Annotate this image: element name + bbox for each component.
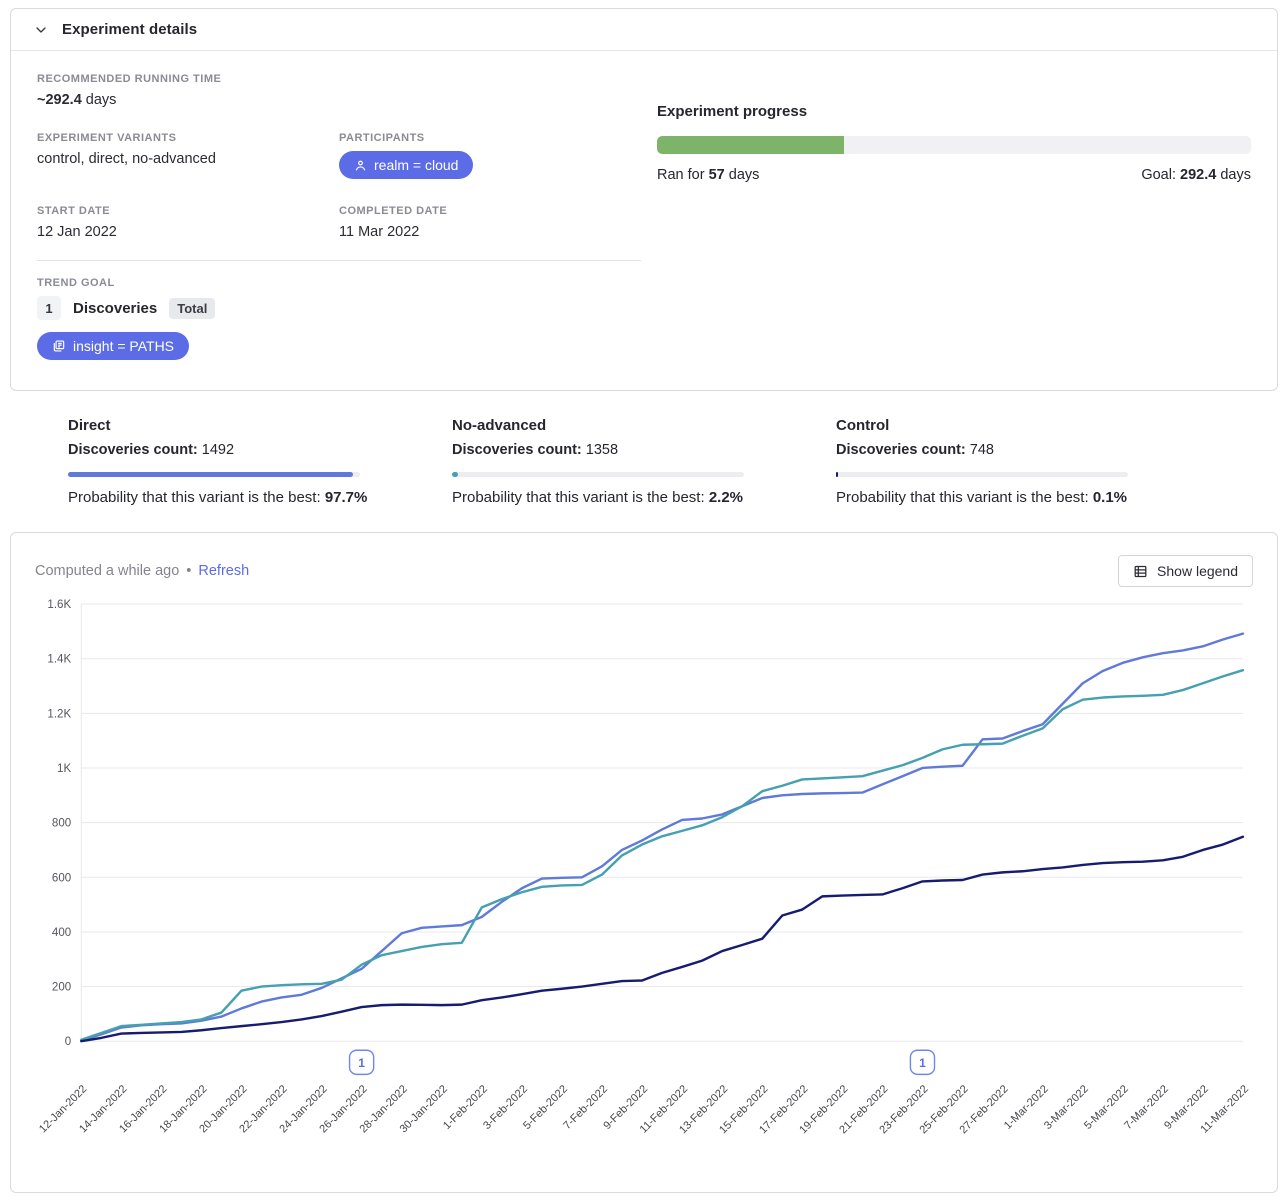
running-time-value: ~292.4 days [37,92,641,108]
variants-value: control, direct, no-advanced [37,151,339,167]
progress-bar-fill [657,136,844,154]
participants-pill-label: realm = cloud [374,157,458,173]
participants-pill[interactable]: realm = cloud [339,151,473,179]
completed-date: COMPLETED DATE 11 Mar 2022 [339,205,641,240]
participants-label: PARTICIPANTS [339,132,641,144]
y-tick-label: 400 [52,927,71,939]
y-tick-label: 1K [57,763,71,775]
trend-goal-label: TREND GOAL [37,277,641,289]
completed-date-value: 11 Mar 2022 [339,224,641,240]
variant-probability: Probability that this variant is the bes… [836,489,1140,506]
person-icon [354,159,367,172]
series-control[interactable] [81,837,1243,1041]
y-tick-label: 0 [65,1036,71,1048]
progress-title: Experiment progress [657,103,1251,120]
total-badge: Total [169,298,215,319]
insight-pill-label: insight = PATHS [73,338,174,354]
running-time-label: RECOMMENDED RUNNING TIME [37,73,641,85]
variant-count: Discoveries count: 1492 [68,442,372,458]
panel-title: Experiment details [62,21,197,38]
y-tick-label: 1.2K [47,708,71,720]
variant-probability-bar [452,472,744,477]
start-date-label: START DATE [37,205,339,217]
ran-for-text: Ran for 57 days [657,167,759,183]
legend-icon [1133,564,1148,579]
y-tick-label: 800 [52,818,71,830]
recommended-running-time: RECOMMENDED RUNNING TIME ~292.4 days [37,73,641,108]
goal-event-name: Discoveries [73,300,157,317]
variant-name: No-advanced [452,417,756,434]
results-chart-panel: Computed a while ago • Refresh Show lege… [10,532,1278,1193]
experiment-details-panel: Experiment details RECOMMENDED RUNNING T… [10,8,1278,391]
variant-name: Control [836,417,1140,434]
variant-probability: Probability that this variant is the bes… [68,489,372,506]
annotation-badge[interactable]: 1 [910,1050,934,1074]
divider [37,260,641,261]
series-no-advanced[interactable] [81,670,1243,1040]
show-legend-button[interactable]: Show legend [1118,555,1253,587]
y-tick-label: 1.6K [47,599,71,611]
experiment-details-header[interactable]: Experiment details [11,9,1277,51]
participants: PARTICIPANTS realm = cloud [339,132,641,179]
svg-text:1: 1 [919,1056,926,1070]
dot-separator: • [186,563,191,579]
y-tick-label: 200 [52,982,71,994]
computed-status: Computed a while ago • Refresh [35,563,249,579]
goal-text: Goal: 292.4 days [1141,167,1251,183]
chevron-down-icon [33,22,49,38]
variant-summaries: Direct Discoveries count: 1492 Probabili… [10,391,1278,524]
trend-chart[interactable]: 02004006008001K1.2K1.4K1.6K12-Jan-202214… [11,591,1277,1192]
trend-goal: TREND GOAL 1 Discoveries Total insight =… [37,277,641,360]
variant-probability-bar-fill [68,472,353,477]
variant-count: Discoveries count: 748 [836,442,1140,458]
svg-text:1: 1 [358,1056,365,1070]
start-date-value: 12 Jan 2022 [37,224,339,240]
variant-count: Discoveries count: 1358 [452,442,756,458]
experiment-progress: Experiment progress Ran for 57 days Goal… [641,73,1251,360]
insight-pill[interactable]: insight = PATHS [37,332,189,360]
experiment-variants: EXPERIMENT VARIANTS control, direct, no-… [37,132,339,179]
variant-card-control: Control Discoveries count: 748 Probabili… [836,417,1220,506]
variant-card-no-advanced: No-advanced Discoveries count: 1358 Prob… [452,417,836,506]
refresh-link[interactable]: Refresh [198,563,249,579]
completed-date-label: COMPLETED DATE [339,205,641,217]
insight-icon [52,339,66,353]
variant-probability-bar [836,472,1128,477]
variant-probability: Probability that this variant is the bes… [452,489,756,506]
y-tick-label: 600 [52,872,71,884]
step-number-badge: 1 [37,296,61,320]
progress-bar [657,136,1251,154]
variant-probability-bar [68,472,360,477]
variant-probability-bar-fill [452,472,458,477]
variants-label: EXPERIMENT VARIANTS [37,132,339,144]
variant-card-direct: Direct Discoveries count: 1492 Probabili… [68,417,452,506]
start-date: START DATE 12 Jan 2022 [37,205,339,240]
variant-name: Direct [68,417,372,434]
annotation-badge[interactable]: 1 [350,1050,374,1074]
y-tick-label: 1.4K [47,654,71,666]
variant-probability-bar-fill [836,472,838,477]
